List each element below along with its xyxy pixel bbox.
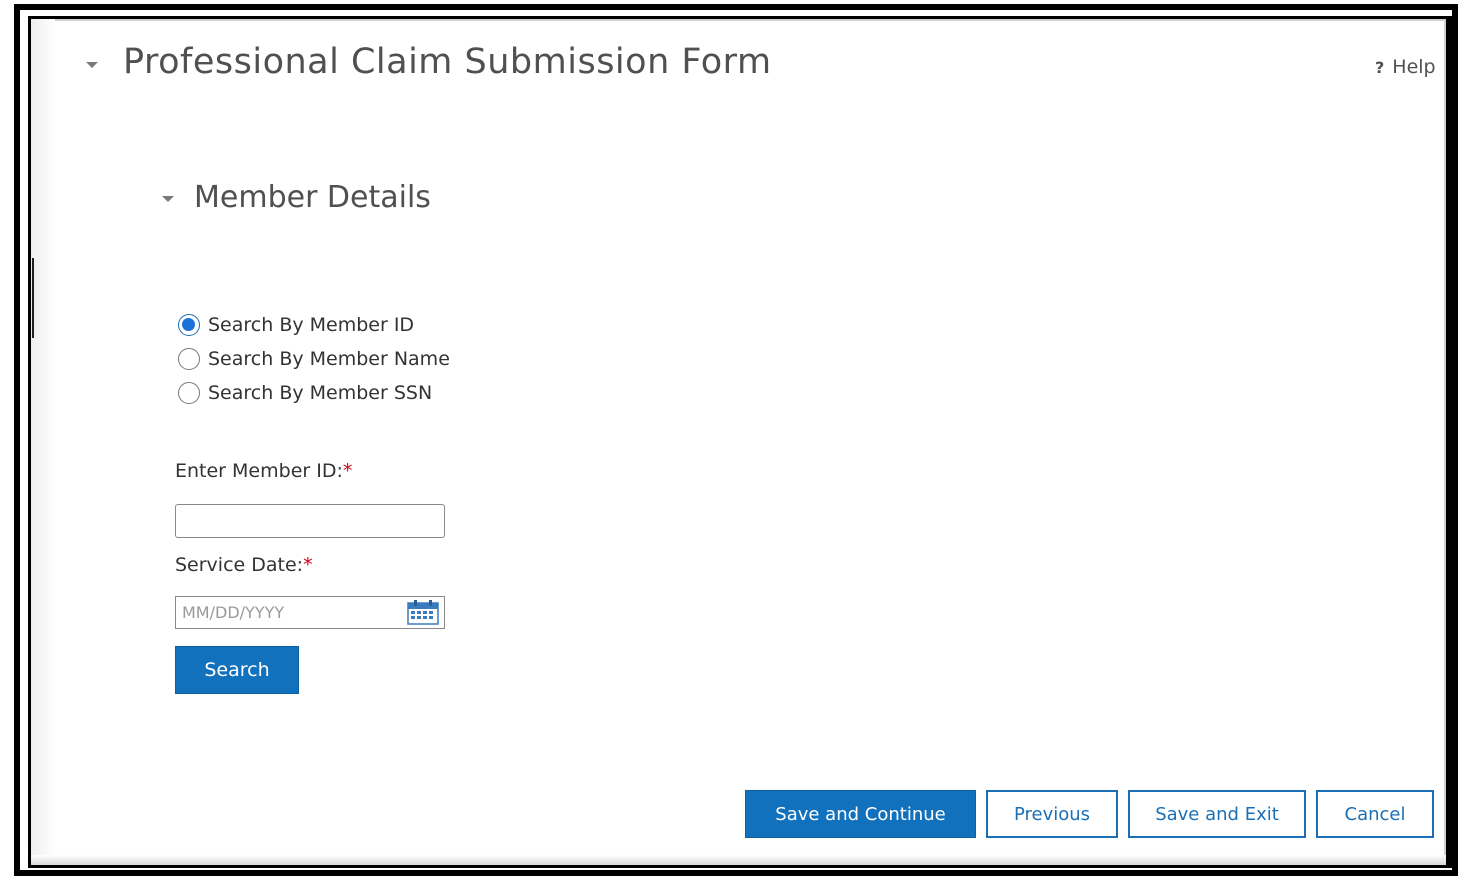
member-id-input[interactable] bbox=[175, 504, 445, 538]
service-date-input[interactable] bbox=[176, 597, 401, 627]
radio-button[interactable] bbox=[178, 348, 200, 370]
service-date-field bbox=[175, 596, 445, 629]
help-label: Help bbox=[1392, 56, 1436, 78]
help-icon: ? bbox=[1375, 58, 1385, 77]
radio-search-by-member-id[interactable]: Search By Member ID bbox=[178, 314, 414, 336]
service-date-label: Service Date:* bbox=[175, 554, 313, 576]
radio-label: Search By Member SSN bbox=[208, 382, 433, 404]
required-asterisk: * bbox=[303, 554, 313, 576]
panel-edge-mark bbox=[32, 258, 34, 338]
radio-label: Search By Member Name bbox=[208, 348, 450, 370]
collapse-member-details-caret-icon[interactable] bbox=[162, 196, 174, 202]
member-id-label-text: Enter Member ID: bbox=[175, 460, 343, 482]
calendar-icon[interactable] bbox=[407, 599, 439, 625]
form-panel bbox=[28, 16, 1452, 868]
previous-button[interactable]: Previous bbox=[986, 790, 1118, 838]
member-id-label: Enter Member ID:* bbox=[175, 460, 352, 482]
radio-label: Search By Member ID bbox=[208, 314, 415, 336]
collapse-form-caret-icon[interactable] bbox=[86, 62, 98, 68]
radio-button-selected[interactable] bbox=[178, 314, 200, 336]
radio-button[interactable] bbox=[178, 382, 200, 404]
page-title: Professional Claim Submission Form bbox=[123, 42, 772, 82]
radio-search-by-member-name[interactable]: Search By Member Name bbox=[178, 348, 450, 370]
service-date-label-text: Service Date: bbox=[175, 554, 304, 576]
save-and-exit-button[interactable]: Save and Exit bbox=[1128, 790, 1306, 838]
section-title-member-details: Member Details bbox=[194, 180, 431, 215]
search-button[interactable]: Search bbox=[175, 646, 299, 694]
radio-search-by-member-ssn[interactable]: Search By Member SSN bbox=[178, 382, 432, 404]
cancel-button[interactable]: Cancel bbox=[1316, 790, 1434, 838]
required-asterisk: * bbox=[342, 460, 353, 482]
help-link[interactable]: ? Help bbox=[1375, 56, 1436, 78]
save-and-continue-button[interactable]: Save and Continue bbox=[745, 790, 976, 838]
